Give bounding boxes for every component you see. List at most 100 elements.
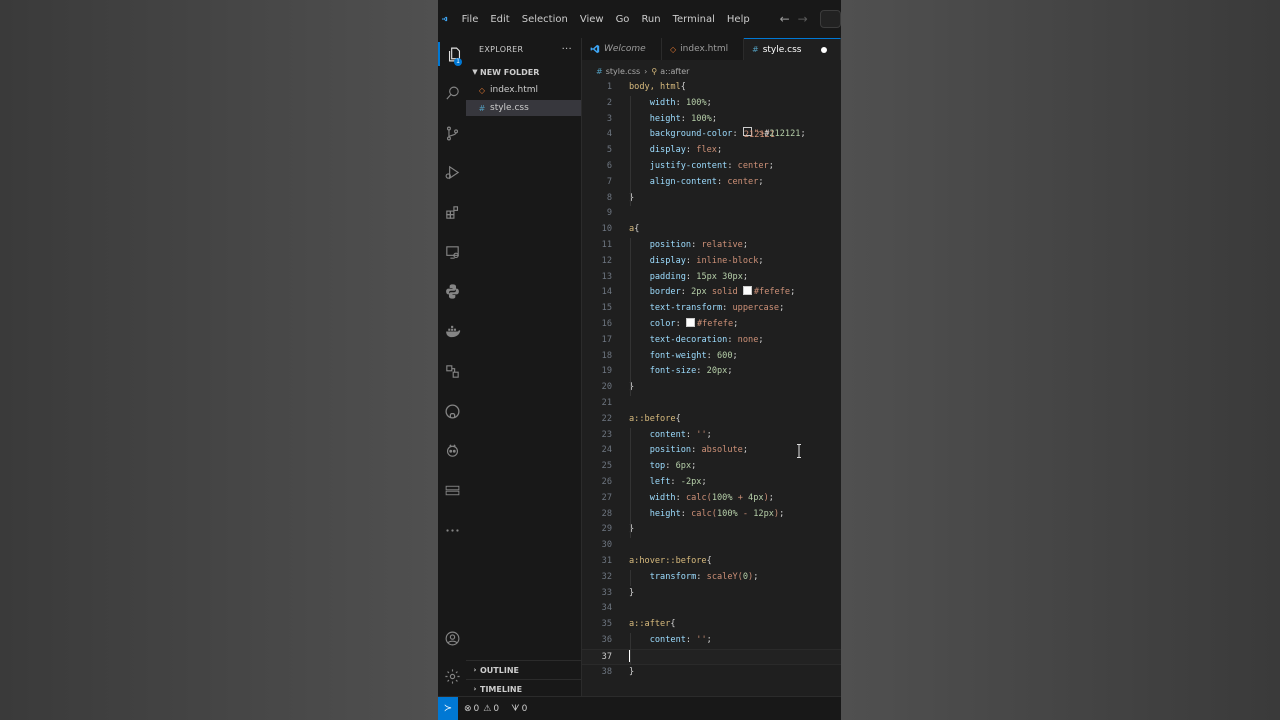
line-text: font-weight: 600; (649, 350, 738, 361)
code-line[interactable]: 20} (582, 380, 841, 396)
docker-activity[interactable] (438, 319, 466, 343)
code-line[interactable]: 8} (582, 191, 841, 207)
line-text: font-size: 20px; (649, 366, 733, 377)
explorer-activity[interactable]: 1 (438, 42, 468, 66)
outline-section[interactable]: › OUTLINE (466, 660, 582, 679)
code-line[interactable]: 30 (582, 538, 841, 554)
code-line[interactable]: 22 a::before{ (582, 412, 841, 428)
file-item-style-css[interactable]: # style.css (466, 100, 581, 116)
code-line[interactable]: 23 content: ''; (582, 428, 841, 444)
back-arrow-icon[interactable]: ← (776, 12, 794, 26)
menu-item-terminal[interactable]: Terminal (667, 14, 721, 25)
explorer-more-icon[interactable]: ··· (562, 44, 572, 55)
line-number: 8 (606, 192, 612, 203)
file-name: index.html (490, 85, 538, 95)
vscode-window: File Edit Selection View Go Run Terminal Help ←… (438, 0, 841, 720)
code-line[interactable]: 19 font-size: 20px; (582, 364, 841, 380)
code-line[interactable]: 10 a{ (582, 222, 841, 238)
code-line[interactable]: 18 font-weight: 600; (582, 349, 841, 365)
chevron-right-icon: › (473, 666, 477, 674)
more-activity[interactable] (438, 518, 466, 542)
video-letterbox-left (0, 0, 438, 720)
problems-indicator[interactable]: ⊗ 0 ⚠ 0 (464, 704, 499, 714)
manage-activity[interactable] (438, 664, 466, 688)
ports-indicator[interactable]: ᗐ 0 (505, 704, 527, 714)
folder-row[interactable]: ▼ NEW FOLDER (466, 64, 582, 80)
vscode-logo-icon (442, 16, 448, 22)
accounts-activity[interactable] (438, 626, 466, 650)
remote-indicator-icon[interactable]: ≻ (438, 697, 458, 720)
warning-icon: ⚠ (483, 703, 492, 714)
line-number: 36 (601, 635, 612, 645)
code-line[interactable]: 28 height: calc(100% - 12px); (582, 507, 841, 523)
copilot-activity[interactable] (438, 438, 466, 462)
code-line[interactable]: 3 height: 100%; (582, 112, 841, 128)
code-line[interactable]: 25 top: 6px; (582, 459, 841, 475)
code-line[interactable]: 2 width: 100%; (582, 96, 841, 112)
breadcrumb-symbol[interactable]: a::after (660, 67, 689, 76)
code-line[interactable]: 9 (582, 206, 841, 222)
code-line[interactable]: 11 position: relative; (582, 238, 841, 254)
tab-label: style.css (762, 44, 802, 55)
menu-item-edit[interactable]: Edit (484, 14, 515, 25)
code-line[interactable]: 24 position: absolute; (582, 443, 841, 459)
menu-item-file[interactable]: File (456, 14, 485, 25)
unsaved-dot-icon[interactable] (821, 46, 828, 53)
code-line[interactable]: 26 left: -2px; (582, 475, 841, 491)
code-line[interactable]: 7 align-content: center; (582, 175, 841, 191)
menu-item-selection[interactable]: Selection (516, 14, 574, 25)
codegpt-activity[interactable] (438, 478, 466, 502)
code-line[interactable]: 4 background-color: 212121">#212121; (582, 127, 841, 143)
line-number: 25 (601, 461, 612, 472)
code-line[interactable]: 29} (582, 522, 841, 538)
account-icon (445, 631, 459, 645)
command-center-search[interactable] (819, 10, 841, 28)
activity-bar: 1 (438, 38, 466, 696)
code-line[interactable]: 31 a:hover::before{ (582, 554, 841, 570)
testing-activity[interactable] (438, 359, 466, 383)
code-line[interactable]: 34 (582, 601, 841, 617)
search-activity[interactable] (438, 81, 466, 105)
code-line[interactable]: 37 (582, 648, 841, 665)
code-line[interactable]: 12 display: inline-block; (582, 254, 841, 270)
line-text: text-decoration: none; (649, 334, 764, 345)
line-number: 15 (601, 303, 612, 314)
extensions-activity[interactable] (438, 200, 466, 224)
line-number: 12 (601, 255, 612, 266)
line-text: border: 2px solid #fefefe; (649, 286, 796, 298)
code-line[interactable]: 16 color: #fefefe; (582, 317, 841, 333)
code-line[interactable]: 33} (582, 586, 841, 602)
code-line[interactable]: 17 text-decoration: none; (582, 333, 841, 349)
menu-item-go[interactable]: Go (610, 14, 636, 25)
menu-item-run[interactable]: Run (635, 14, 666, 25)
explorer-title: EXPLORER (479, 44, 524, 54)
menu-item-view[interactable]: View (574, 14, 610, 25)
code-line[interactable]: 27 width: calc(100% + 4px); (582, 491, 841, 507)
source-control-activity[interactable] (438, 121, 466, 145)
code-line[interactable]: 36 content: ''; (582, 633, 841, 649)
code-line[interactable]: 14 border: 2px solid #fefefe; (582, 285, 841, 301)
python-activity[interactable] (438, 279, 466, 303)
breadcrumb-file[interactable]: style.css (606, 67, 640, 76)
tab-welcome[interactable]: Welcome (582, 38, 662, 60)
file-item-index-html[interactable]: ◇ index.html (466, 82, 581, 98)
remote-explorer-activity[interactable] (438, 240, 466, 264)
code-line[interactable]: 5 display: flex; (582, 143, 841, 159)
code-line[interactable]: 15 text-transform: uppercase; (582, 301, 841, 317)
title-bar: File Edit Selection View Go Run Terminal Help ←… (438, 0, 841, 38)
code-line[interactable]: 13 padding: 15px 30px; (582, 270, 841, 286)
line-text: padding: 15px 30px; (649, 271, 749, 282)
code-line[interactable]: 32 transform: scaleY(0); (582, 570, 841, 586)
code-line[interactable]: 35 a::after{ (582, 617, 841, 633)
tab-style-css[interactable]: # style.css (744, 38, 841, 60)
menu-item-help[interactable]: Help (721, 14, 756, 25)
run-debug-activity[interactable] (438, 160, 466, 184)
line-number: 4 (606, 129, 612, 140)
code-line[interactable]: 6 justify-content: center; (582, 159, 841, 175)
code-line[interactable]: 38} (582, 665, 841, 681)
code-line[interactable]: 1 body, html{ (582, 80, 841, 96)
github-activity[interactable] (438, 399, 466, 423)
tab-index-html[interactable]: ◇ index.html (662, 38, 744, 60)
forward-arrow-icon[interactable]: → (794, 12, 812, 26)
code-line[interactable]: 21 (582, 396, 841, 412)
